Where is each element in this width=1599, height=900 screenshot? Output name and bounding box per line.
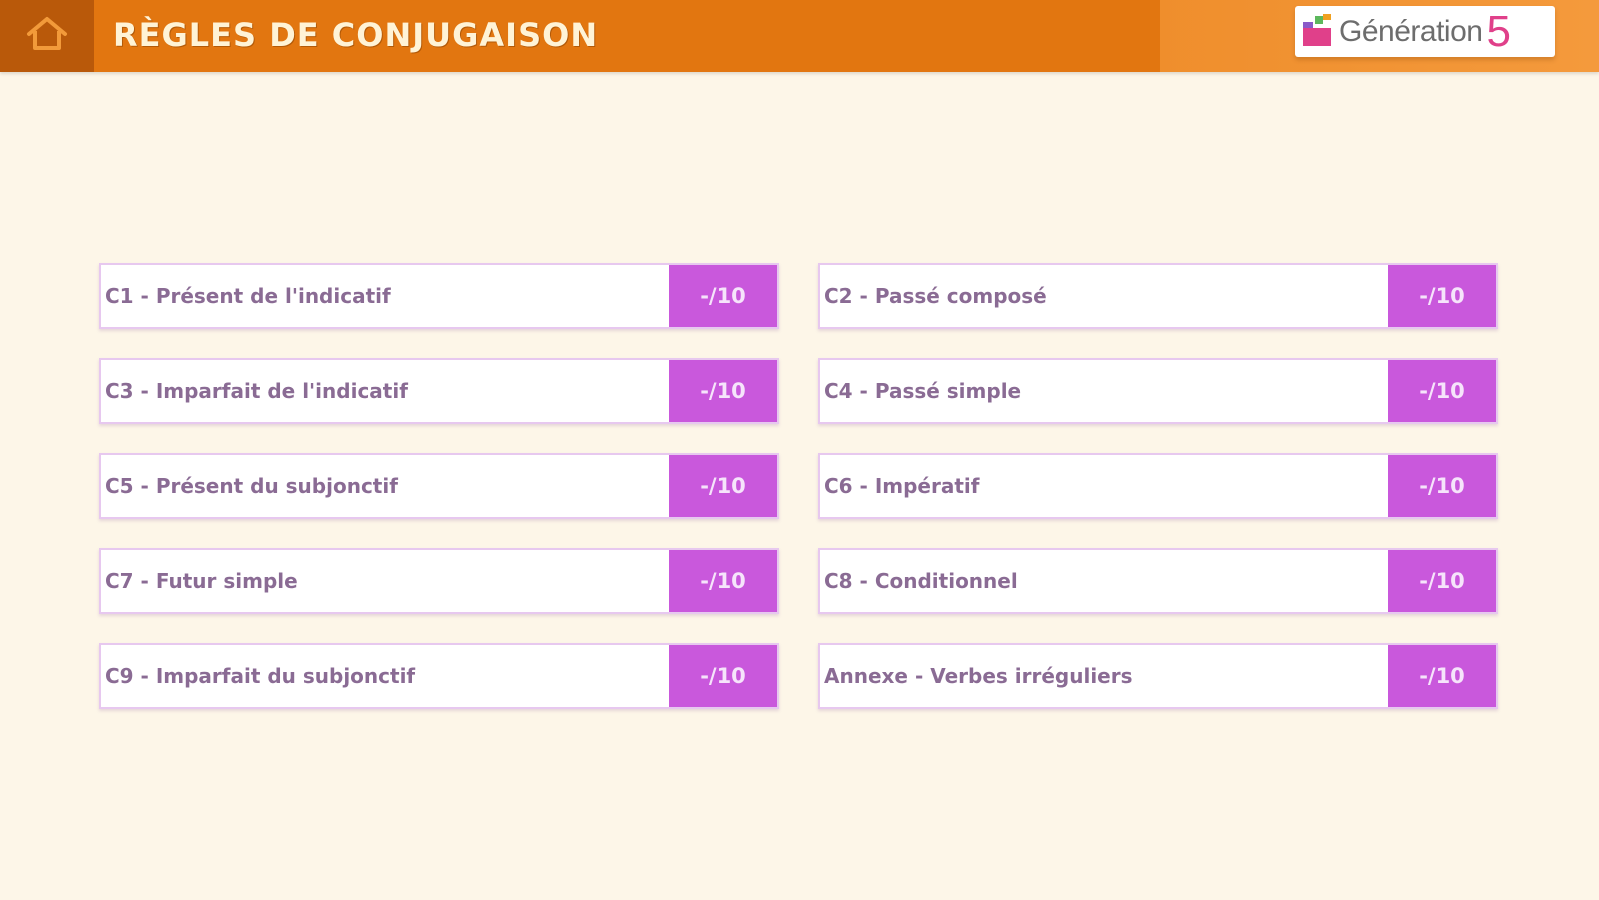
lesson-item-c7[interactable]: C7 - Futur simple -/10 [99,548,779,614]
lesson-score[interactable]: -/10 [1388,265,1496,327]
lesson-item-c5[interactable]: C5 - Présent du subjonctif -/10 [99,453,779,519]
lesson-item-annexe[interactable]: Annexe - Verbes irréguliers -/10 [818,643,1498,709]
lesson-score[interactable]: -/10 [1388,455,1496,517]
lesson-item-c6[interactable]: C6 - Impératif -/10 [818,453,1498,519]
home-icon [23,14,71,58]
page-title: RÈGLES DE CONJUGAISON [113,16,599,54]
lesson-score[interactable]: -/10 [669,645,777,707]
logo-mark-icon [1303,13,1335,50]
lesson-item-c1[interactable]: C1 - Présent de l'indicatif -/10 [99,263,779,329]
lesson-label: C7 - Futur simple [105,569,298,593]
lesson-score[interactable]: -/10 [1388,360,1496,422]
home-button[interactable] [0,0,94,72]
lesson-label: C5 - Présent du subjonctif [105,474,398,498]
logo-text: Génération [1339,14,1483,48]
header-bar: RÈGLES DE CONJUGAISON Génération 5 [0,0,1599,72]
lesson-item-c3[interactable]: C3 - Imparfait de l'indicatif -/10 [99,358,779,424]
lesson-score[interactable]: -/10 [1388,550,1496,612]
lesson-score[interactable]: -/10 [669,265,777,327]
lesson-item-c4[interactable]: C4 - Passé simple -/10 [818,358,1498,424]
lesson-label: C1 - Présent de l'indicatif [105,284,391,308]
logo-number: 5 [1486,6,1511,56]
lesson-score[interactable]: -/10 [669,455,777,517]
lesson-item-c8[interactable]: C8 - Conditionnel -/10 [818,548,1498,614]
lesson-label: C9 - Imparfait du subjonctif [105,664,416,688]
generation5-logo: Génération 5 [1295,6,1555,57]
lesson-score[interactable]: -/10 [669,360,777,422]
lesson-label: C3 - Imparfait de l'indicatif [105,379,408,403]
lesson-label: C8 - Conditionnel [824,569,1018,593]
lesson-item-c2[interactable]: C2 - Passé composé -/10 [818,263,1498,329]
lesson-label: C4 - Passé simple [824,379,1022,403]
lesson-score[interactable]: -/10 [669,550,777,612]
lesson-score[interactable]: -/10 [1388,645,1496,707]
lesson-label: C2 - Passé composé [824,284,1047,308]
lesson-label: C6 - Impératif [824,474,980,498]
lesson-label: Annexe - Verbes irréguliers [824,664,1133,688]
lesson-item-c9[interactable]: C9 - Imparfait du subjonctif -/10 [99,643,779,709]
